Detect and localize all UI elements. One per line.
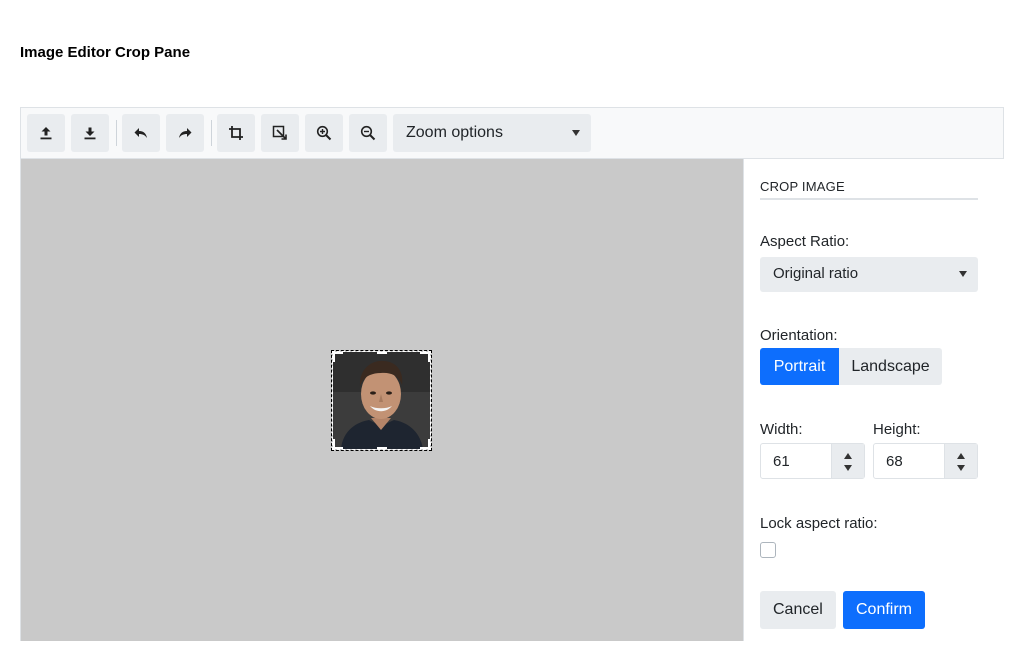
image-canvas[interactable] (21, 159, 743, 641)
portrait-button[interactable]: Portrait (760, 348, 839, 385)
crop-pane: CROP IMAGE Aspect Ratio: Original ratio … (743, 159, 1004, 641)
height-spinner[interactable] (944, 444, 977, 478)
width-spinner[interactable] (831, 444, 864, 478)
width-input[interactable] (761, 444, 833, 478)
image-editor: Zoom options CROP IMAGE Aspect Ratio: Or… (20, 107, 1004, 641)
height-input[interactable] (874, 444, 946, 478)
crop-handle-bottom-mid[interactable] (377, 447, 387, 449)
crop-pane-heading: CROP IMAGE (760, 179, 978, 200)
width-stepper[interactable] (760, 443, 865, 479)
crop-handle-top-right-v[interactable] (428, 352, 430, 362)
orientation-label: Orientation: (760, 327, 838, 344)
download-icon (84, 127, 96, 140)
page-title: Image Editor Crop Pane (20, 44, 191, 61)
redo-button[interactable] (166, 114, 204, 152)
resize-icon (272, 125, 287, 140)
zoom-options-select[interactable]: Zoom options (393, 114, 591, 152)
width-label: Width: (760, 421, 803, 438)
zoom-in-icon (316, 125, 332, 141)
zoom-options-value: Zoom options (406, 124, 503, 141)
upload-icon (40, 127, 52, 140)
resize-button[interactable] (261, 114, 299, 152)
lock-aspect-label: Lock aspect ratio: (760, 515, 878, 532)
aspect-ratio-label: Aspect Ratio: (760, 233, 850, 250)
height-label: Height: (873, 421, 921, 438)
arrow-up-icon[interactable] (844, 453, 852, 459)
aspect-ratio-select[interactable]: Original ratio (760, 257, 978, 292)
zoom-out-button[interactable] (349, 114, 387, 152)
height-stepper[interactable] (873, 443, 978, 479)
zoom-out-icon (360, 125, 376, 141)
download-button[interactable] (71, 114, 109, 152)
crop-selection[interactable] (331, 350, 432, 451)
lock-aspect-checkbox[interactable] (760, 542, 776, 558)
zoom-in-button[interactable] (305, 114, 343, 152)
crop-button[interactable] (217, 114, 255, 152)
toolbar: Zoom options (21, 108, 1003, 159)
toolbar-divider (116, 120, 117, 146)
crop-icon (229, 126, 243, 140)
portrait-photo (333, 352, 430, 449)
undo-button[interactable] (122, 114, 160, 152)
cancel-button[interactable]: Cancel (760, 591, 836, 629)
upload-button[interactable] (27, 114, 65, 152)
aspect-ratio-value: Original ratio (773, 265, 859, 282)
arrow-up-icon[interactable] (957, 453, 965, 459)
undo-icon (134, 128, 147, 138)
crop-handle-top-left-v[interactable] (333, 352, 335, 362)
chevron-down-icon (959, 271, 967, 277)
confirm-button[interactable]: Confirm (843, 591, 926, 629)
chevron-down-icon (572, 130, 580, 136)
landscape-button[interactable]: Landscape (839, 348, 942, 385)
arrow-down-icon[interactable] (844, 465, 852, 471)
crop-handle-bottom-right-v[interactable] (428, 439, 430, 449)
toolbar-divider (211, 120, 212, 146)
crop-handle-bottom-left-v[interactable] (333, 439, 335, 449)
redo-icon (179, 128, 192, 138)
crop-handle-top-mid[interactable] (377, 352, 387, 354)
arrow-down-icon[interactable] (957, 465, 965, 471)
